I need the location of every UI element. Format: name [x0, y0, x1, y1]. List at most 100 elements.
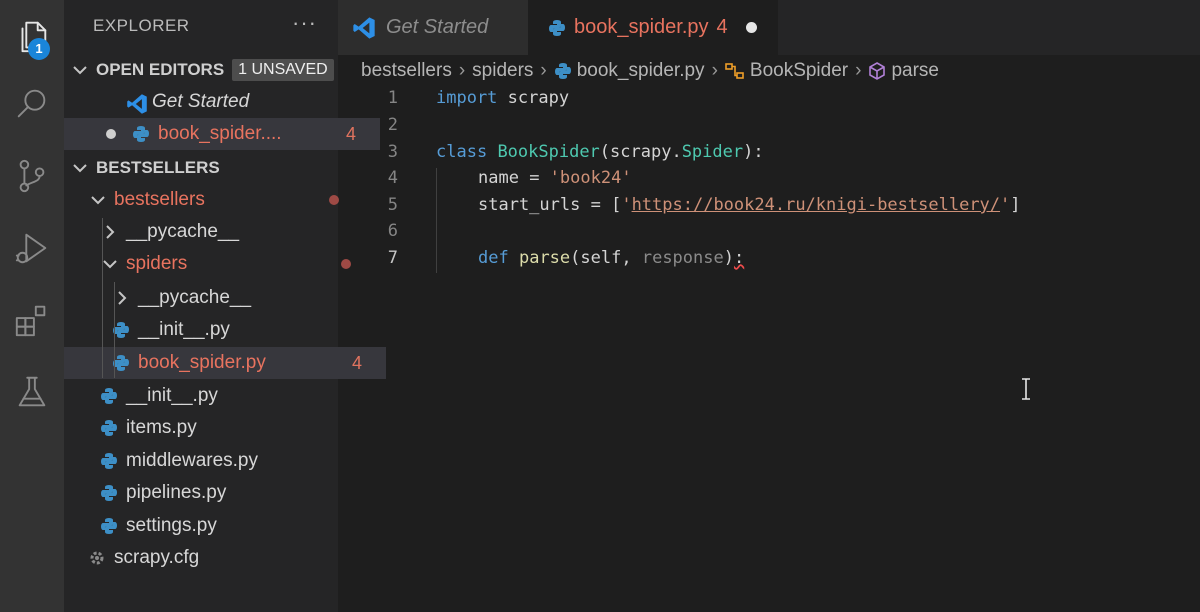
tree-label: middlewares.py	[126, 450, 258, 471]
open-editors-label: OPEN EDITORS	[96, 60, 225, 79]
tree-file-pipelines[interactable]: pipelines.py	[64, 477, 374, 509]
tree-label: pipelines.py	[126, 482, 227, 503]
gear-icon	[88, 549, 106, 567]
run-debug-icon[interactable]	[8, 224, 56, 272]
code-keyword: def	[478, 248, 509, 268]
tree-indent-guide	[114, 282, 115, 378]
code-text: (	[570, 248, 581, 268]
tab-problems-count: 4	[716, 16, 728, 38]
code-class-name: BookSpider	[497, 142, 600, 162]
tree-file-init[interactable]: __init__.py	[64, 380, 374, 412]
code-editor[interactable]: 1 2 3 4 5 6 7 import scrapy class BookSp…	[338, 86, 1200, 612]
chevron-right-icon: ›	[458, 60, 466, 81]
code-text: ,	[621, 248, 642, 268]
source-control-icon[interactable]	[8, 152, 56, 200]
breadcrumb-item[interactable]: spiders	[472, 60, 533, 82]
open-editors-header[interactable]: OPEN EDITORS 1 UNSAVED	[64, 54, 346, 86]
python-icon	[548, 19, 566, 37]
tree-file-middlewares[interactable]: middlewares.py	[64, 445, 374, 477]
code-url-link[interactable]: https://book24.ru/knigi-bestsellery/	[632, 195, 1000, 215]
code-variable: start_urls	[478, 195, 581, 215]
breadcrumb-item[interactable]: BookSpider	[750, 60, 848, 82]
code-param: self	[580, 248, 622, 268]
code-variable: name	[478, 168, 519, 188]
code-text: =	[518, 168, 550, 188]
tree-label: settings.py	[126, 515, 217, 536]
code-string: 'book24'	[549, 168, 632, 188]
python-icon	[100, 419, 118, 437]
python-icon	[100, 452, 118, 470]
python-icon	[554, 63, 571, 79]
line-number: 2	[387, 115, 398, 135]
tree-file-scrapy-cfg[interactable]: scrapy.cfg	[64, 542, 362, 574]
line-number: 4	[387, 168, 398, 188]
tree-label: spiders	[126, 253, 188, 274]
tree-label: __init__.py	[126, 385, 218, 406]
code-string-quote: '	[1000, 195, 1011, 215]
code-line-7: def parse(self, response):	[478, 248, 744, 268]
code-text: scrapy	[497, 88, 570, 108]
unsaved-dot-icon[interactable]	[745, 22, 757, 33]
code-param: response	[641, 248, 724, 268]
more-actions-icon[interactable]: ···	[292, 10, 317, 36]
tree-file-settings[interactable]: settings.py	[64, 510, 374, 542]
code-text: = [	[580, 195, 622, 215]
project-label: BESTSELLERS	[96, 158, 220, 177]
breadcrumb-item[interactable]: book_spider.py	[577, 60, 705, 82]
code-keyword: import	[436, 88, 498, 108]
tab-label: Get Started	[386, 16, 489, 38]
tab-book-spider[interactable]: book_spider.py 4	[528, 0, 778, 55]
text-cursor-icon	[1022, 378, 1030, 400]
vscode-icon	[352, 16, 376, 40]
tree-indent-guide	[102, 218, 103, 378]
project-header[interactable]: BESTSELLERS	[64, 152, 346, 184]
code-line-3: class BookSpider(scrapy.Spider):	[436, 142, 764, 162]
explorer-sidebar: EXPLORER ··· OPEN EDITORS 1 UNSAVED Get …	[64, 0, 386, 612]
chevron-right-icon: ›	[540, 60, 547, 81]
code-line-4: name = 'book24'	[478, 168, 632, 188]
line-number: 7	[387, 248, 398, 268]
line-number: 1	[387, 88, 398, 108]
tab-get-started[interactable]: Get Started	[338, 0, 528, 55]
tree-label: bestsellers	[114, 189, 205, 210]
breadcrumb-item[interactable]: parse	[891, 60, 939, 82]
explorer-title: EXPLORER	[93, 16, 190, 35]
tree-folder-spiders[interactable]: spiders	[64, 248, 376, 280]
code-text: ):	[743, 142, 764, 162]
code-line-5: start_urls = [ 'https://book24.ru/knigi-b…	[478, 195, 1021, 215]
code-text: (scrapy.	[599, 142, 682, 162]
tab-label: book_spider.py	[574, 16, 709, 38]
line-number: 5	[387, 195, 398, 215]
tree-folder-pycache[interactable]: __pycache__	[64, 216, 376, 248]
line-number: 6	[387, 221, 398, 241]
python-icon	[132, 125, 150, 143]
tree-label: scrapy.cfg	[114, 547, 200, 568]
chevron-right-icon: ›	[855, 60, 862, 81]
tree-label: __pycache__	[126, 221, 240, 242]
chevron-down-icon	[72, 62, 88, 78]
python-icon	[100, 484, 118, 502]
testing-icon[interactable]	[8, 368, 56, 416]
tree-file-items[interactable]: items.py	[64, 412, 374, 444]
extensions-icon[interactable]	[8, 296, 56, 344]
tree-folder-bestsellers[interactable]: bestsellers	[64, 184, 364, 216]
breadcrumb: bestsellers › spiders › book_spider.py ›…	[361, 56, 939, 86]
breadcrumb-item[interactable]: bestsellers	[361, 60, 452, 82]
open-editor-item-book-spider[interactable]: book_spider.... 4	[64, 118, 380, 150]
chevron-down-icon	[90, 192, 106, 208]
code-line-1: import scrapy	[436, 88, 569, 108]
chevron-right-icon: ›	[711, 60, 718, 81]
code-base-class: Spider	[681, 142, 744, 162]
open-editor-label: Get Started	[152, 91, 250, 112]
tree-label: book_spider.py	[138, 352, 266, 373]
tree-label: __pycache__	[138, 287, 252, 308]
chevron-right-icon	[114, 290, 130, 306]
open-editor-label: book_spider....	[158, 123, 282, 144]
code-text: )	[723, 248, 734, 268]
code-function-name: parse	[518, 248, 571, 268]
chevron-right-icon	[102, 224, 118, 240]
chevron-down-icon	[72, 160, 88, 176]
search-icon[interactable]	[8, 80, 56, 128]
tree-label: items.py	[126, 417, 197, 438]
activity-bar: 1	[0, 0, 64, 612]
